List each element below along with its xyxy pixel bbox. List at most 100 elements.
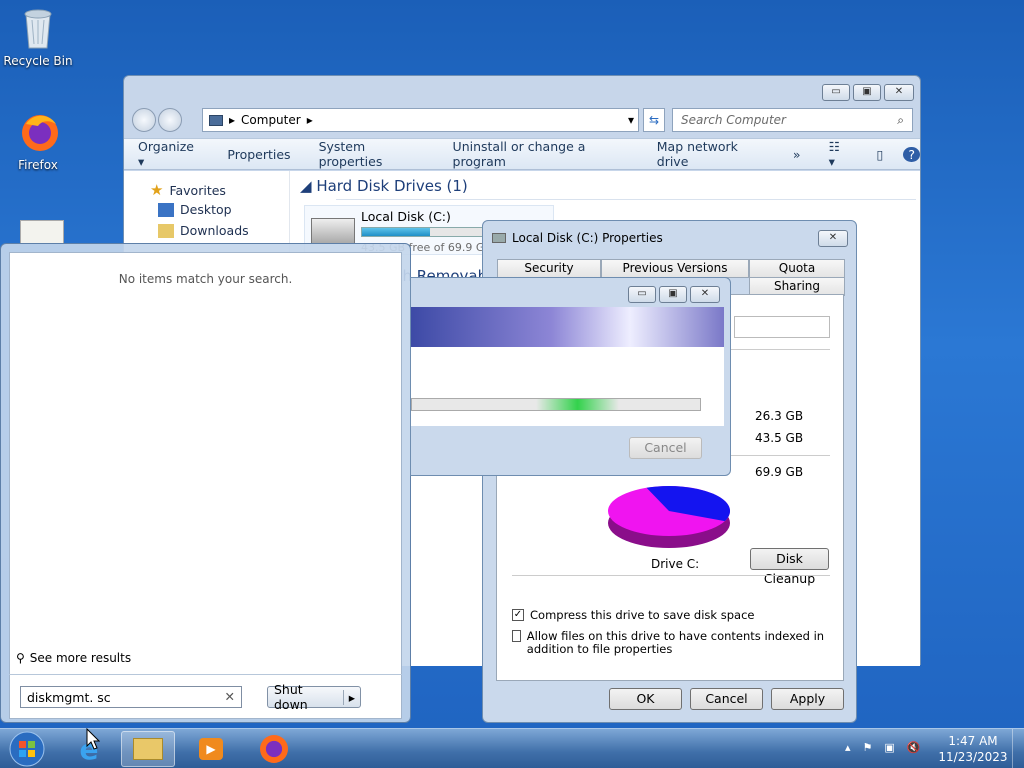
magnifier-icon: ⚲: [16, 651, 25, 665]
action-center-flag-icon[interactable]: ⚑: [863, 741, 873, 754]
search-input[interactable]: Search Computer ⌕: [672, 108, 913, 132]
system-tray: ▴ ⚑ ▣ 🔇: [845, 741, 921, 754]
close-button[interactable]: ✕: [884, 84, 914, 101]
start-button[interactable]: [0, 731, 54, 767]
progress-dialog: ▭ ▣ ✕ Cancel: [410, 277, 731, 476]
back-button[interactable]: [132, 108, 156, 132]
firefox-icon: [18, 110, 58, 154]
compress-label: Compress this drive to save disk space: [530, 608, 755, 622]
tab-security[interactable]: Security: [497, 259, 601, 278]
no-results-text: No items match your search.: [118, 272, 293, 286]
start-search-input[interactable]: diskmgmt. sc ✕: [20, 686, 242, 708]
nav-downloads[interactable]: Downloads: [158, 223, 249, 238]
desktop-icon-firefox[interactable]: Firefox: [0, 110, 76, 172]
show-hidden-icons-icon[interactable]: ▴: [845, 741, 851, 754]
network-icon[interactable]: ▣: [884, 741, 894, 754]
search-value: diskmgmt. sc: [27, 690, 111, 705]
disk-cleanup-button[interactable]: Disk Cleanup: [750, 548, 829, 586]
volume-label-input[interactable]: [734, 316, 830, 338]
organize-menu[interactable]: Organize ▾: [124, 139, 213, 169]
desktop-icon-label: Recycle Bin: [3, 54, 73, 68]
system-properties-button[interactable]: System properties: [305, 139, 439, 169]
views-icon[interactable]: ☷ ▾: [815, 139, 863, 169]
document-icon[interactable]: [20, 220, 64, 244]
nav-desktop[interactable]: Desktop: [158, 202, 232, 217]
free-space-value: 43.5 GB: [755, 431, 804, 445]
close-button[interactable]: ✕: [690, 286, 720, 303]
recycle-bin-icon: [18, 6, 58, 50]
close-button[interactable]: ✕: [818, 230, 848, 247]
windows-logo-icon: [9, 731, 45, 767]
minimize-button[interactable]: ▭: [628, 286, 656, 303]
search-icon: ⌕: [897, 113, 904, 127]
see-more-results-link[interactable]: ⚲ See more results: [16, 651, 131, 665]
properties-button[interactable]: Properties: [213, 147, 304, 162]
uninstall-program-button[interactable]: Uninstall or change a program: [439, 139, 643, 169]
show-desktop-button[interactable]: [1012, 729, 1024, 768]
maximize-button[interactable]: ▣: [659, 286, 687, 303]
firefox-taskbar-button[interactable]: [247, 731, 301, 767]
star-icon: ★: [150, 181, 164, 199]
dropdown-arrow-icon[interactable]: ▾: [628, 113, 638, 127]
desktop-icon-recycle-bin[interactable]: Recycle Bin: [0, 6, 76, 68]
shutdown-label: Shut down: [274, 682, 308, 712]
nav-favorites[interactable]: ★ Favorites: [150, 181, 226, 199]
chevron-right-icon: ▸: [306, 113, 313, 127]
command-bar: Organize ▾ Properties System properties …: [124, 138, 920, 170]
organize-label: Organize: [138, 139, 194, 154]
computer-icon: [209, 114, 223, 126]
desktop-icon-label: Firefox: [18, 158, 58, 172]
progress-banner: [411, 307, 724, 347]
hard-drive-icon: [311, 218, 355, 244]
compress-checkbox-row[interactable]: ✓ Compress this drive to save disk space: [512, 608, 754, 622]
nav-label: Favorites: [169, 182, 226, 198]
section-title: Hard Disk Drives (1): [316, 177, 468, 195]
compress-checkbox[interactable]: ✓: [512, 609, 524, 621]
apply-button[interactable]: Apply: [771, 688, 844, 710]
firefox-icon: [260, 735, 288, 763]
help-icon[interactable]: ?: [903, 146, 920, 162]
map-network-drive-button[interactable]: Map network drive: [643, 139, 779, 169]
address-bar[interactable]: ▸ Computer ▸ ▾: [202, 108, 639, 132]
desktop-folder-icon: [158, 202, 174, 217]
nav-label: Desktop: [180, 202, 232, 217]
capacity-value: 69.9 GB: [755, 465, 804, 479]
disk-usage-pie: [608, 486, 730, 548]
index-label: Allow files on this drive to have conten…: [526, 629, 825, 656]
volume-muted-icon[interactable]: 🔇: [907, 741, 921, 754]
clock-time: 1:47 AM: [948, 734, 998, 748]
preview-pane-icon[interactable]: ▯: [862, 147, 897, 162]
drive-name: Local Disk (C:): [361, 209, 451, 224]
progress-cancel-button[interactable]: Cancel: [629, 437, 702, 459]
media-player-taskbar-button[interactable]: ▶: [184, 731, 238, 767]
drive-label: Drive C:: [651, 557, 700, 571]
index-checkbox[interactable]: [512, 630, 521, 642]
nav-label: Downloads: [180, 223, 249, 238]
drive-icon: [492, 233, 506, 243]
folder-icon: [133, 738, 163, 760]
more-commands-button[interactable]: »: [779, 147, 815, 162]
maximize-button[interactable]: ▣: [853, 84, 881, 101]
index-checkbox-row[interactable]: Allow files on this drive to have conten…: [512, 630, 830, 656]
see-more-label: See more results: [29, 651, 132, 665]
shutdown-arrow-icon[interactable]: ▸: [342, 689, 360, 705]
explorer-taskbar-button[interactable]: [121, 731, 175, 767]
clock[interactable]: 1:47 AM 11/23/2023: [938, 733, 1008, 765]
forward-button[interactable]: [158, 108, 182, 132]
media-player-icon: ▶: [199, 738, 223, 760]
search-placeholder: Search Computer: [681, 113, 786, 127]
tab-quota[interactable]: Quota: [749, 259, 845, 278]
hdd-section-header[interactable]: ◢ Hard Disk Drives (1): [300, 177, 468, 195]
minimize-button[interactable]: ▭: [822, 84, 850, 101]
address-text: Computer: [241, 113, 301, 127]
refresh-button[interactable]: ⇆: [643, 108, 665, 132]
shutdown-button[interactable]: Shut down ▸: [267, 682, 361, 712]
clear-icon[interactable]: ✕: [225, 689, 235, 704]
cancel-button[interactable]: Cancel: [690, 688, 763, 710]
progress-bar: [411, 398, 701, 411]
chevron-right-icon: ▸: [229, 113, 236, 127]
mouse-cursor-icon: [86, 728, 100, 750]
ok-button[interactable]: OK: [609, 688, 682, 710]
tab-previous-versions[interactable]: Previous Versions: [601, 259, 749, 278]
clock-date: 11/23/2023: [938, 750, 1008, 764]
